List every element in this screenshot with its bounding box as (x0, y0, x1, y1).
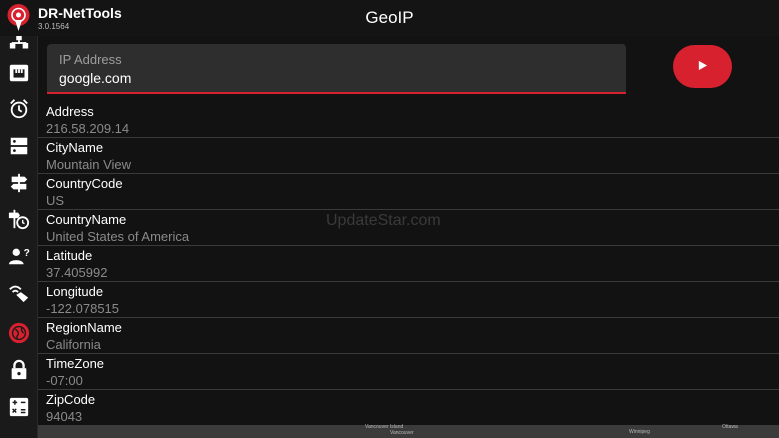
result-key: RegionName (46, 320, 122, 335)
page-title: GeoIP (365, 8, 414, 27)
lock-icon[interactable] (6, 357, 32, 383)
result-row: CountryCode US (38, 174, 779, 210)
result-key: Address (46, 104, 94, 119)
result-key: CityName (46, 140, 104, 155)
run-lookup-button[interactable] (673, 45, 732, 88)
top-bar: DR-NetTools 3.0.1564 GeoIP (0, 0, 779, 36)
result-row: Latitude 37.405992 (38, 246, 779, 282)
result-key: Longitude (46, 284, 104, 299)
result-value: United States of America (46, 229, 190, 244)
play-icon (697, 59, 708, 74)
map-view[interactable]: Vancouver Island Vancouver Winnipeg Otta… (38, 424, 779, 438)
result-row: Address 216.58.209.14 (38, 102, 779, 138)
network-nodes-icon[interactable] (6, 36, 32, 56)
result-value: -07:00 (46, 373, 83, 388)
result-row: Longitude -122.078515 (38, 282, 779, 318)
ip-address-field[interactable]: IP Address (47, 44, 626, 94)
ip-address-label: IP Address (59, 52, 122, 67)
ip-address-input[interactable] (59, 70, 599, 86)
svg-text:?: ? (24, 248, 30, 259)
ethernet-icon[interactable] (6, 60, 32, 86)
result-key: Latitude (46, 248, 93, 263)
map-label: Vancouver (390, 430, 414, 436)
result-value: California (46, 337, 101, 352)
result-row: RegionName California (38, 318, 779, 354)
user-question-icon[interactable]: ? (6, 243, 32, 269)
wifi-hand-icon[interactable] (6, 280, 32, 306)
result-value: 37.405992 (46, 265, 108, 280)
geoip-results-list: Address 216.58.209.14 CityName Mountain … (38, 102, 779, 425)
globe-icon[interactable] (6, 320, 32, 346)
map-label: Winnipeg (629, 429, 650, 435)
result-key: CountryName (46, 212, 127, 227)
result-key: CountryCode (46, 176, 123, 191)
result-value: 216.58.209.14 (46, 121, 130, 136)
signpost-icon[interactable] (6, 170, 32, 196)
watermark: UpdateStar.com (326, 212, 441, 229)
alarm-clock-icon[interactable] (6, 96, 32, 122)
sidebar: ? (0, 36, 37, 438)
map-label: Ottawa (722, 424, 738, 430)
result-row: CityName Mountain View (38, 138, 779, 174)
result-value: -122.078515 (46, 301, 120, 316)
signpost-clock-icon[interactable] (6, 206, 32, 232)
result-value: US (46, 193, 65, 208)
server-icon[interactable] (6, 133, 32, 159)
result-row: ZipCode 94043 (38, 390, 779, 425)
calculator-icon[interactable] (6, 394, 32, 420)
result-value: 94043 (46, 409, 83, 424)
result-value: Mountain View (46, 157, 132, 172)
result-row: TimeZone -07:00 (38, 354, 779, 390)
result-key: TimeZone (46, 356, 105, 371)
result-key: ZipCode (46, 392, 96, 407)
